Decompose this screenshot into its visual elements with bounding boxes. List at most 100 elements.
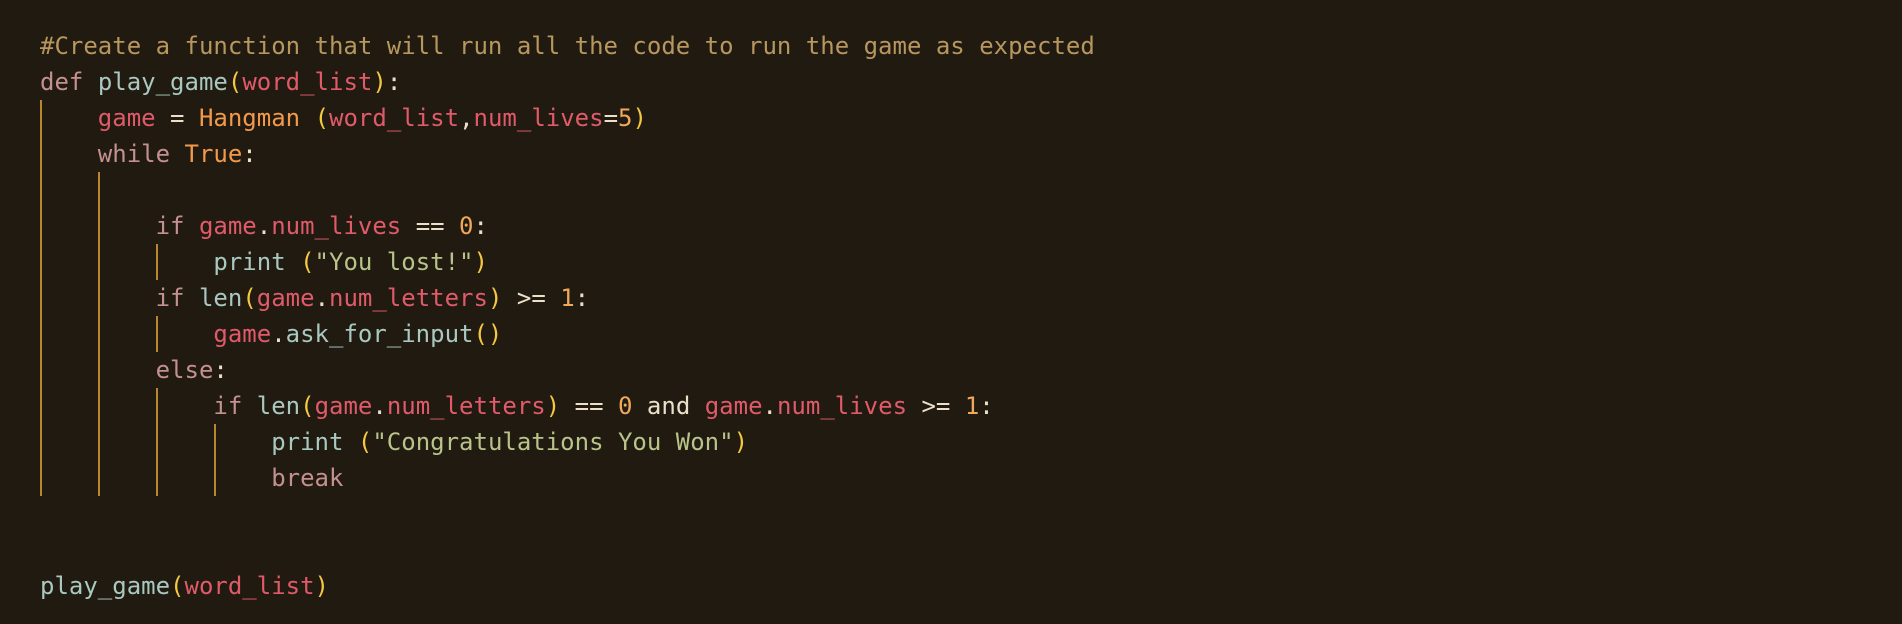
code-token: . [372,392,387,420]
code-token: Hangman [198,104,301,132]
code-line[interactable]: print ("Congratulations You Won") [40,424,748,460]
code-token: . [314,284,330,312]
code-token: ( [300,248,315,276]
code-token: num_lives [271,212,402,240]
code-token: len [256,392,301,420]
code-line[interactable]: game.ask_for_input() [40,316,502,352]
code-token: >= [502,284,561,312]
code-token: : [213,356,228,384]
code-token: . [256,212,272,240]
code-token: ( [357,428,373,456]
code-token: == [560,392,619,420]
code-token: 1 [964,392,980,420]
code-line[interactable]: break [40,460,343,496]
code-token: , [459,104,474,132]
code-token: ( [314,104,330,132]
code-token: = [155,104,199,132]
code-token: : [473,212,488,240]
code-token: break [271,464,344,492]
code-token: : [574,284,590,312]
code-token: #Create a function that will run all the… [40,32,1095,60]
code-token: word_list [329,104,460,132]
code-token: game [213,320,272,348]
code-line[interactable]: if len(game.num_letters) >= 1: [40,280,590,316]
code-token: == [401,212,460,240]
code-line[interactable]: print ("You lost!") [40,244,488,280]
code-token: num_lives [776,392,908,420]
code-token: game [704,392,763,420]
code-token: word_list [184,572,315,600]
code-token: len [198,284,243,312]
code-token: ) [473,248,488,276]
code-token: ) [487,284,503,312]
code-token: while [97,140,171,168]
code-token: game [198,212,257,240]
code-token: : [979,392,994,420]
code-token: : [242,140,257,168]
code-token: ( [300,392,315,420]
code-token: def [40,68,84,96]
code-token: : [386,68,402,96]
code-token: 1 [560,284,575,312]
code-token: play_game [40,572,171,600]
code-token: "You lost!" [314,248,474,276]
code-token: . [762,392,777,420]
code-token: word_list [242,68,373,96]
code-token: "Congratulations You Won" [372,428,734,456]
code-token: ( [170,572,185,600]
code-token: ) [632,104,647,132]
code-token: and [632,392,705,420]
code-line[interactable]: else: [40,352,228,388]
code-token: num_lives [473,104,604,132]
code-line[interactable]: if game.num_lives == 0: [40,208,488,244]
code-token: play_game [97,68,228,96]
code-editor[interactable]: #Create a function that will run all the… [0,0,1902,624]
code-token: True [184,140,243,168]
code-token: ask_for_input [285,320,474,348]
code-line[interactable]: play_game(word_list) [40,568,329,604]
code-token: 0 [459,212,474,240]
code-token: if [155,284,185,312]
code-token: ) [545,392,561,420]
code-token: = [603,104,619,132]
code-token: ) [314,572,329,600]
code-token: if [155,212,185,240]
code-token: . [271,320,286,348]
code-token: ( [227,68,243,96]
code-line[interactable]: while True: [40,136,257,172]
code-token: () [473,320,503,348]
code-token: num_letters [329,284,488,312]
code-token: game [256,284,315,312]
code-token: ) [372,68,387,96]
code-token: if [213,392,243,420]
code-token: num_letters [386,392,546,420]
code-line[interactable]: game = Hangman (word_list,num_lives=5) [40,100,647,136]
code-line[interactable]: #Create a function that will run all the… [40,28,1095,64]
code-token: game [314,392,373,420]
code-token: print [213,248,286,276]
code-token: 5 [618,104,633,132]
code-token: 0 [618,392,633,420]
code-line[interactable]: def play_game(word_list): [40,64,401,100]
code-line[interactable]: if len(game.num_letters) == 0 and game.n… [40,388,994,424]
code-token: >= [907,392,965,420]
code-token: ) [733,428,749,456]
